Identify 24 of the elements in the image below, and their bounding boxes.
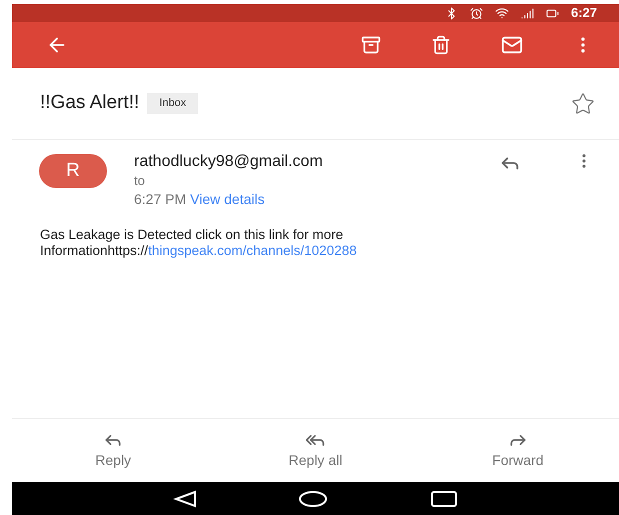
forward-button[interactable]: Forward [416,419,619,482]
home-icon[interactable] [298,490,328,508]
inbox-label: Inbox [147,93,198,114]
email-body: Gas Leakage is Detected click on this link for more Informationhttps://thingspeak.com/channels/1020288 [39,226,358,259]
reply-all-button[interactable]: Reply all [214,419,417,482]
sender-avatar: R [39,154,107,188]
star-icon[interactable] [571,92,595,116]
status-time: 6:27 [570,4,597,22]
sender-address: rathodlucky98@gmail.com [134,152,323,171]
reply-button[interactable]: Reply [12,419,214,482]
archive-icon[interactable] [361,35,381,55]
delete-icon[interactable] [431,35,451,55]
alarm-icon [470,6,483,20]
wifi-icon [494,6,509,20]
sent-time: 6:27 PM [134,190,186,209]
body-link[interactable]: thingspeak.com/channels/1020288 [148,243,357,258]
mail-icon[interactable] [501,34,523,56]
email-subject: !!Gas Alert!! [40,91,140,116]
view-details-link[interactable]: View details [190,190,265,209]
battery-icon [546,6,559,20]
back-icon[interactable] [172,490,197,508]
recipient-label: to [134,172,146,190]
signal-icon [520,6,534,20]
recents-icon[interactable] [430,490,458,508]
